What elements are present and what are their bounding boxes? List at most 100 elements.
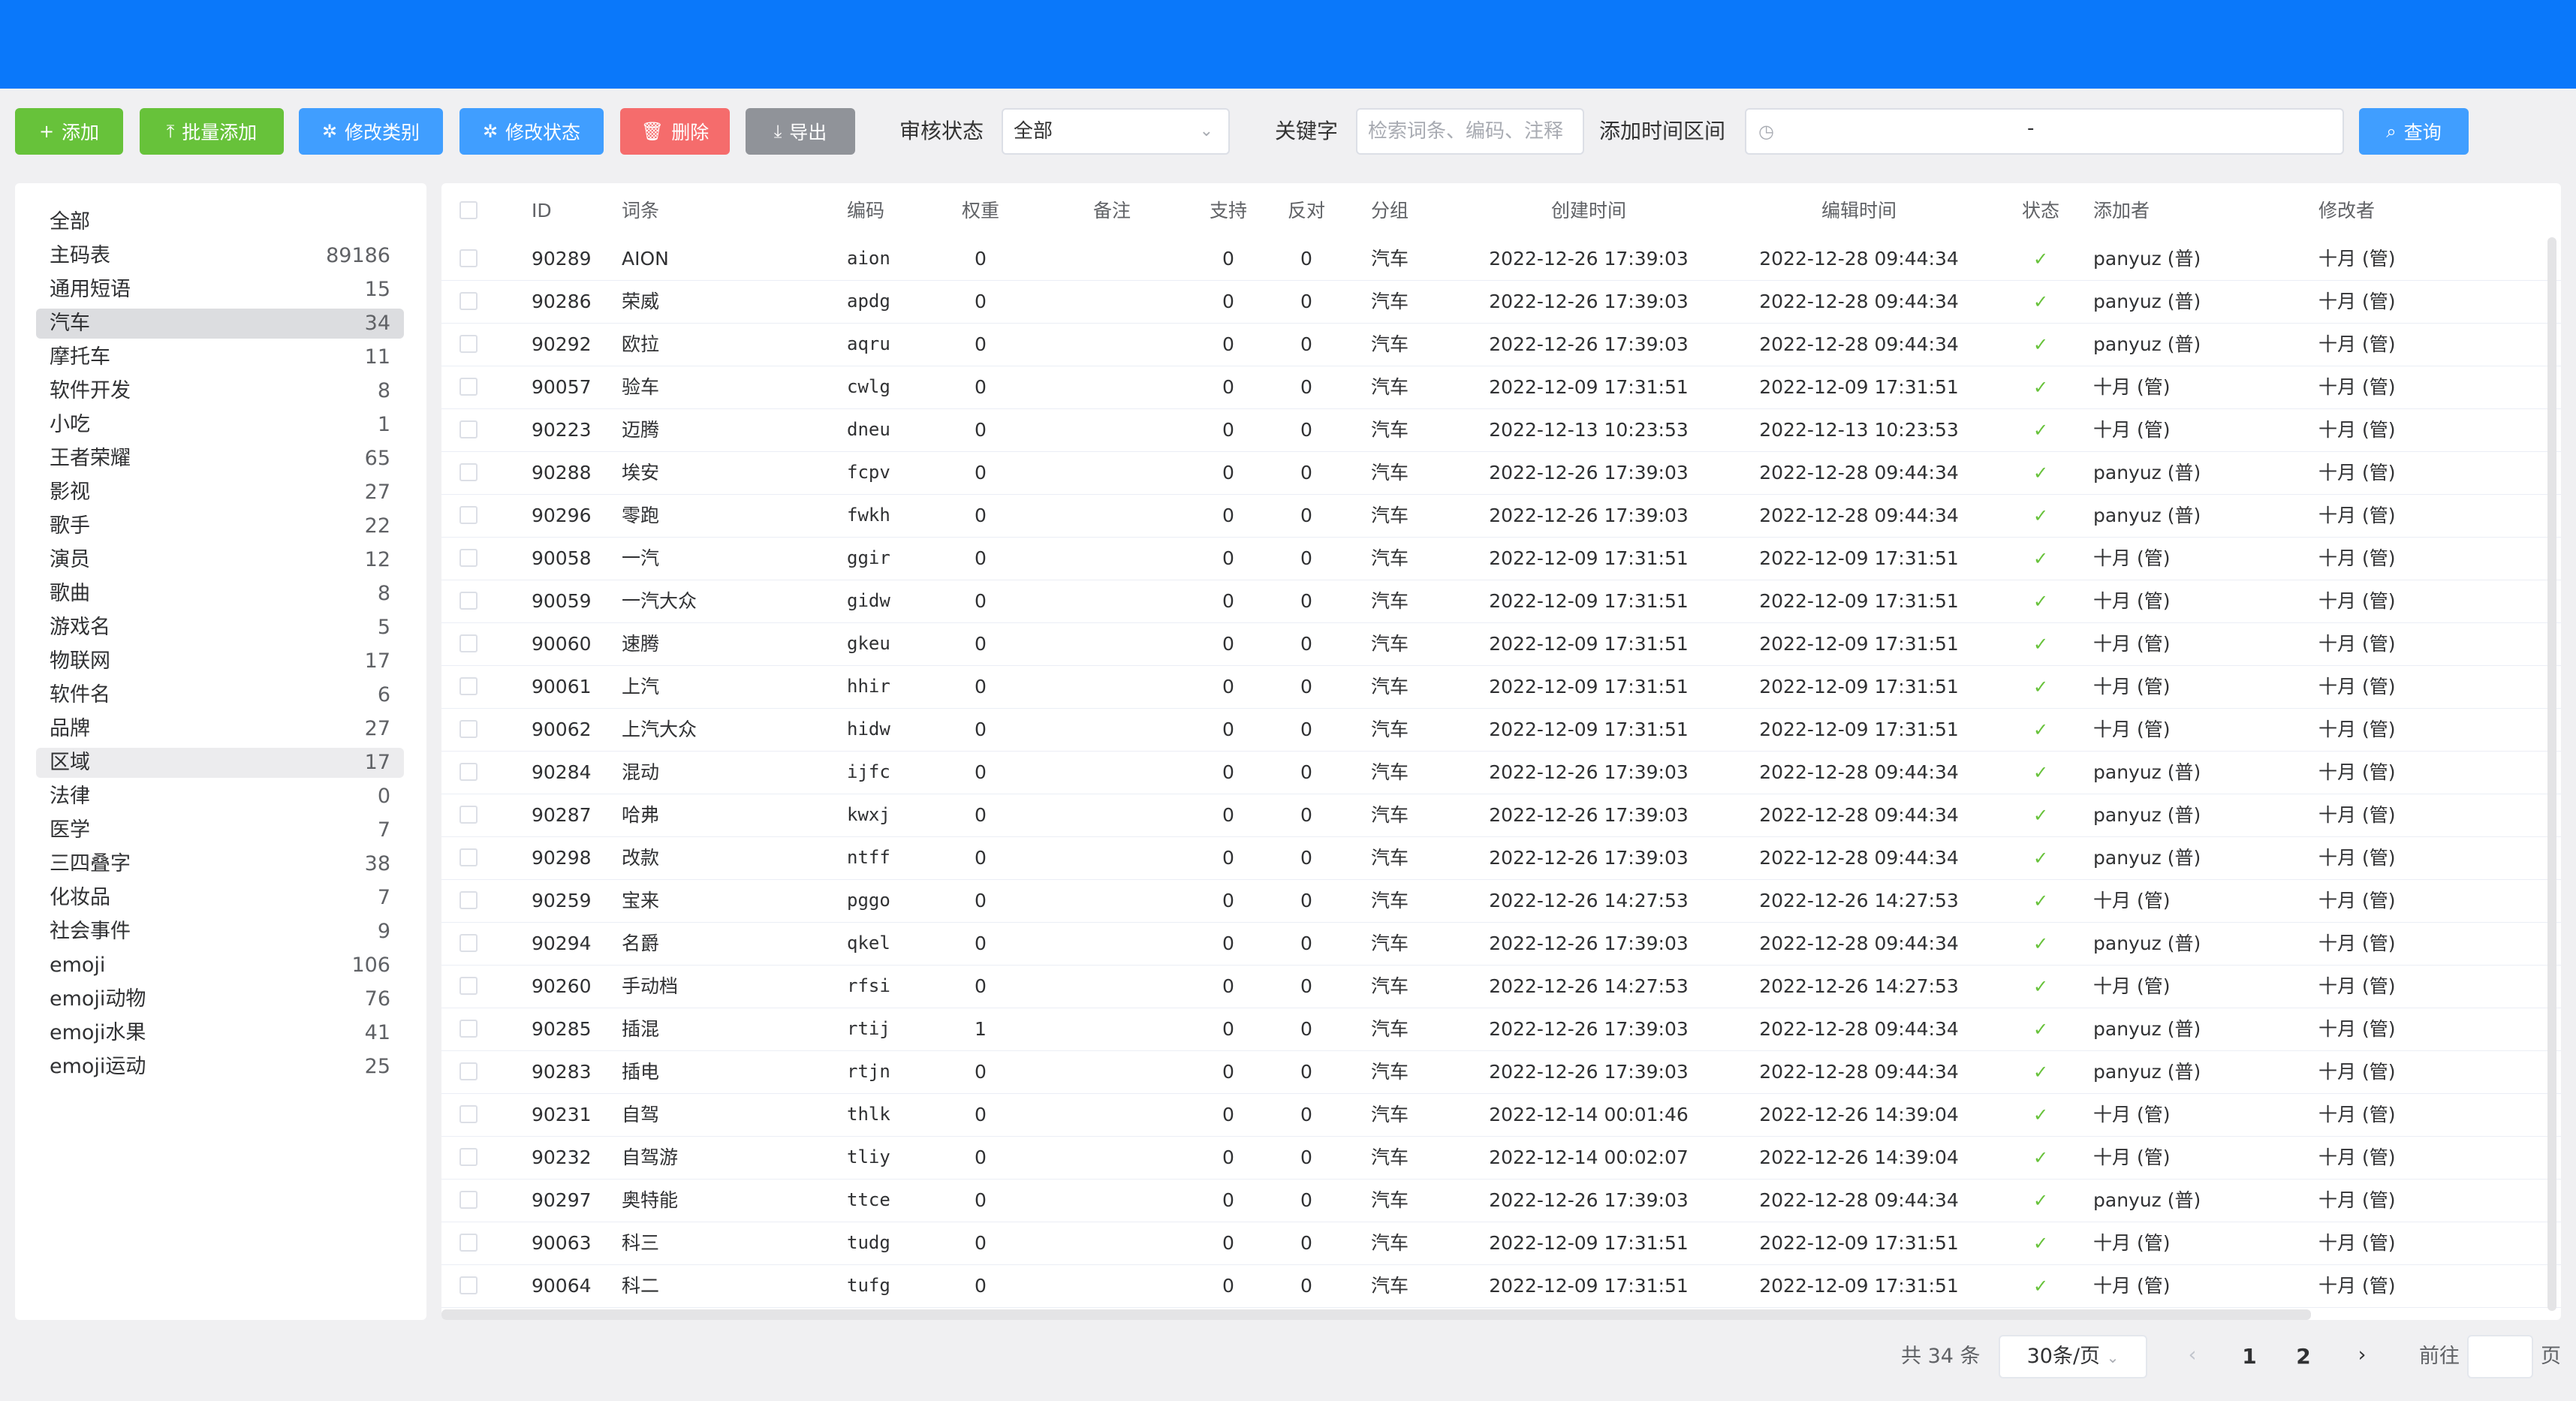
column-header-group[interactable]: 分组: [1363, 189, 1416, 232]
sidebar-category-item[interactable]: emoji水果 41: [36, 1018, 404, 1048]
column-header-term[interactable]: 词条: [622, 189, 772, 232]
table-row[interactable]: 90232 自驾游 tliy 0 0 0 汽车 2022-12-14 00:02:07 2022…: [441, 1136, 2561, 1180]
table-row[interactable]: 90283 插电 rtjn 0 0 0 汽车 2022-12-26 17:39:03 2022-…: [441, 1050, 2561, 1094]
row-checkbox[interactable]: [459, 292, 478, 310]
sidebar-category-item[interactable]: 法律 0: [36, 782, 404, 812]
table-row[interactable]: 90063 科三 tudg 0 0 0 汽车 2022-12-09 17:31:51 2022-…: [441, 1222, 2561, 1265]
time-range-picker[interactable]: ◷ -: [1745, 108, 2344, 155]
sidebar-category-item[interactable]: emoji 106: [36, 951, 404, 981]
table-row[interactable]: 90259 宝来 pggo 0 0 0 汽车 2022-12-26 14:27:53 2022-…: [441, 879, 2561, 923]
column-header-code[interactable]: 编码: [847, 189, 937, 232]
row-checkbox[interactable]: [459, 934, 478, 952]
horizontal-scrollbar[interactable]: [441, 1309, 2311, 1320]
table-row[interactable]: 90296 零跑 fwkh 0 0 0 汽车 2022-12-26 17:39:03 2022-…: [441, 494, 2561, 538]
table-row[interactable]: 90260 手动档 rfsi 0 0 0 汽车 2022-12-26 14:27:53 2022…: [441, 965, 2561, 1008]
sidebar-category-item[interactable]: 影视 27: [36, 478, 404, 508]
sidebar-category-item[interactable]: 社会事件 9: [36, 917, 404, 947]
table-row[interactable]: 90058 一汽 ggir 0 0 0 汽车 2022-12-09 17:31:51 2022-…: [441, 537, 2561, 580]
row-checkbox[interactable]: [459, 1020, 478, 1038]
table-row[interactable]: 90297 奥特能 ttce 0 0 0 汽车 2022-12-26 17:39:03 2022…: [441, 1179, 2561, 1222]
table-row[interactable]: 90298 改款 ntff 0 0 0 汽车 2022-12-26 17:39:03 2022-…: [441, 836, 2561, 880]
sidebar-category-item[interactable]: 小吃 1: [36, 410, 404, 440]
delete-button[interactable]: 🗑 删除: [620, 108, 730, 155]
row-checkbox[interactable]: [459, 891, 478, 909]
sidebar-category-item[interactable]: 主码表 89186: [36, 241, 404, 271]
column-header-adder[interactable]: 添加者: [2093, 189, 2288, 232]
sidebar-category-item[interactable]: 歌曲 8: [36, 579, 404, 609]
sidebar-category-item[interactable]: 区域 17: [36, 748, 404, 778]
table-row[interactable]: 90064 科二 tufg 0 0 0 汽车 2022-12-09 17:31:51 2022-…: [441, 1264, 2561, 1308]
row-checkbox[interactable]: [459, 977, 478, 995]
sidebar-category-item[interactable]: 演员 12: [36, 545, 404, 575]
row-checkbox[interactable]: [459, 549, 478, 567]
table-row[interactable]: 90059 一汽大众 gidw 0 0 0 汽车 2022-12-09 17:31:51 202…: [441, 580, 2561, 623]
next-page-button[interactable]: ›: [2341, 1335, 2383, 1378]
table-row[interactable]: 90057 验车 cwlg 0 0 0 汽车 2022-12-09 17:31:51 2022-…: [441, 366, 2561, 409]
table-row[interactable]: 90287 哈弗 kwxj 0 0 0 汽车 2022-12-26 17:39:03 2022-…: [441, 794, 2561, 837]
row-checkbox[interactable]: [459, 634, 478, 652]
select-all-checkbox[interactable]: [459, 201, 478, 219]
vertical-scrollbar[interactable]: [2547, 237, 2556, 1311]
review-status-select[interactable]: 全部 ⌄: [1002, 108, 1230, 155]
sidebar-category-item[interactable]: 三四叠字 38: [36, 849, 404, 879]
row-checkbox[interactable]: [459, 378, 478, 396]
column-header-status[interactable]: 状态: [2018, 189, 2063, 232]
table-row[interactable]: 90286 荣威 apdg 0 0 0 汽车 2022-12-26 17:39:03 2022-…: [441, 280, 2561, 324]
query-button[interactable]: ⌕ 查询: [2359, 108, 2469, 155]
goto-page-input[interactable]: [2467, 1335, 2533, 1378]
sidebar-category-item[interactable]: 摩托车 11: [36, 342, 404, 372]
add-button[interactable]: + 添加: [15, 108, 123, 155]
column-header-id[interactable]: ID: [532, 189, 599, 232]
column-header-modifier[interactable]: 修改者: [2318, 189, 2514, 232]
sidebar-category-item[interactable]: 品牌 27: [36, 714, 404, 744]
row-checkbox[interactable]: [459, 335, 478, 353]
table-row[interactable]: 90294 名爵 qkel 0 0 0 汽车 2022-12-26 17:39:03 2022-…: [441, 922, 2561, 966]
sidebar-category-item[interactable]: 医学 7: [36, 815, 404, 845]
row-checkbox[interactable]: [459, 1234, 478, 1252]
sidebar-category-item[interactable]: 游戏名 5: [36, 613, 404, 643]
column-header-weight[interactable]: 权重: [958, 189, 1003, 232]
column-header-created[interactable]: 创建时间: [1476, 189, 1701, 232]
sidebar-category-item[interactable]: 通用短语 15: [36, 275, 404, 305]
sidebar-category-item[interactable]: 软件开发 8: [36, 376, 404, 406]
row-checkbox[interactable]: [459, 763, 478, 781]
sidebar-category-item[interactable]: 汽车 34: [36, 309, 404, 339]
row-checkbox[interactable]: [459, 1062, 478, 1080]
row-checkbox[interactable]: [459, 1105, 478, 1123]
row-checkbox[interactable]: [459, 1148, 478, 1166]
sidebar-category-item[interactable]: 软件名 6: [36, 680, 404, 710]
table-row[interactable]: 90231 自驾 thlk 0 0 0 汽车 2022-12-14 00:01:46 2022-…: [441, 1093, 2561, 1137]
column-header-oppose[interactable]: 反对: [1284, 189, 1329, 232]
sidebar-category-item[interactable]: 物联网 17: [36, 646, 404, 676]
table-row[interactable]: 90289 AION aion 0 0 0 汽车 2022-12-26 17:39:03 202…: [441, 237, 2561, 281]
sidebar-category-item[interactable]: 全部: [36, 207, 404, 237]
row-checkbox[interactable]: [459, 249, 478, 267]
row-checkbox[interactable]: [459, 506, 478, 524]
row-checkbox[interactable]: [459, 848, 478, 866]
sidebar-category-item[interactable]: 歌手 22: [36, 511, 404, 541]
page-2-button[interactable]: 2: [2281, 1335, 2326, 1378]
page-1-button[interactable]: 1: [2227, 1335, 2272, 1378]
keyword-input[interactable]: 检索词条、编码、注释: [1356, 108, 1584, 155]
sidebar-category-item[interactable]: emoji动物 76: [36, 984, 404, 1014]
prev-page-button[interactable]: ‹: [2171, 1335, 2213, 1378]
column-header-remark[interactable]: 备注: [1086, 189, 1138, 232]
table-row[interactable]: 90285 插混 rtij 1 0 0 汽车 2022-12-26 17:39:03 2022-…: [441, 1008, 2561, 1051]
row-checkbox[interactable]: [459, 1276, 478, 1294]
table-row[interactable]: 90288 埃安 fcpv 0 0 0 汽车 2022-12-26 17:39:03 2022-…: [441, 451, 2561, 495]
row-checkbox[interactable]: [459, 720, 478, 738]
table-row[interactable]: 90292 欧拉 aqru 0 0 0 汽车 2022-12-26 17:39:03 2022-…: [441, 323, 2561, 366]
sidebar-category-item[interactable]: 王者荣耀 65: [36, 444, 404, 474]
sidebar-category-item[interactable]: 化妆品 7: [36, 883, 404, 913]
table-row[interactable]: 90223 迈腾 dneu 0 0 0 汽车 2022-12-13 10:23:53 2022-…: [441, 408, 2561, 452]
row-checkbox[interactable]: [459, 677, 478, 695]
column-header-edited[interactable]: 编辑时间: [1746, 189, 1972, 232]
modify-category-button[interactable]: ✲ 修改类别: [299, 108, 443, 155]
sidebar-category-item[interactable]: emoji运动 25: [36, 1052, 404, 1082]
table-row[interactable]: 90284 混动 ijfc 0 0 0 汽车 2022-12-26 17:39:03 2022-…: [441, 751, 2561, 794]
page-size-select[interactable]: 30条/页 ⌄: [1999, 1335, 2147, 1378]
row-checkbox[interactable]: [459, 1191, 478, 1209]
column-header-support[interactable]: 支持: [1206, 189, 1251, 232]
export-button[interactable]: ⤓ 导出: [746, 108, 855, 155]
table-row[interactable]: 90062 上汽大众 hidw 0 0 0 汽车 2022-12-09 17:31:51 202…: [441, 708, 2561, 752]
